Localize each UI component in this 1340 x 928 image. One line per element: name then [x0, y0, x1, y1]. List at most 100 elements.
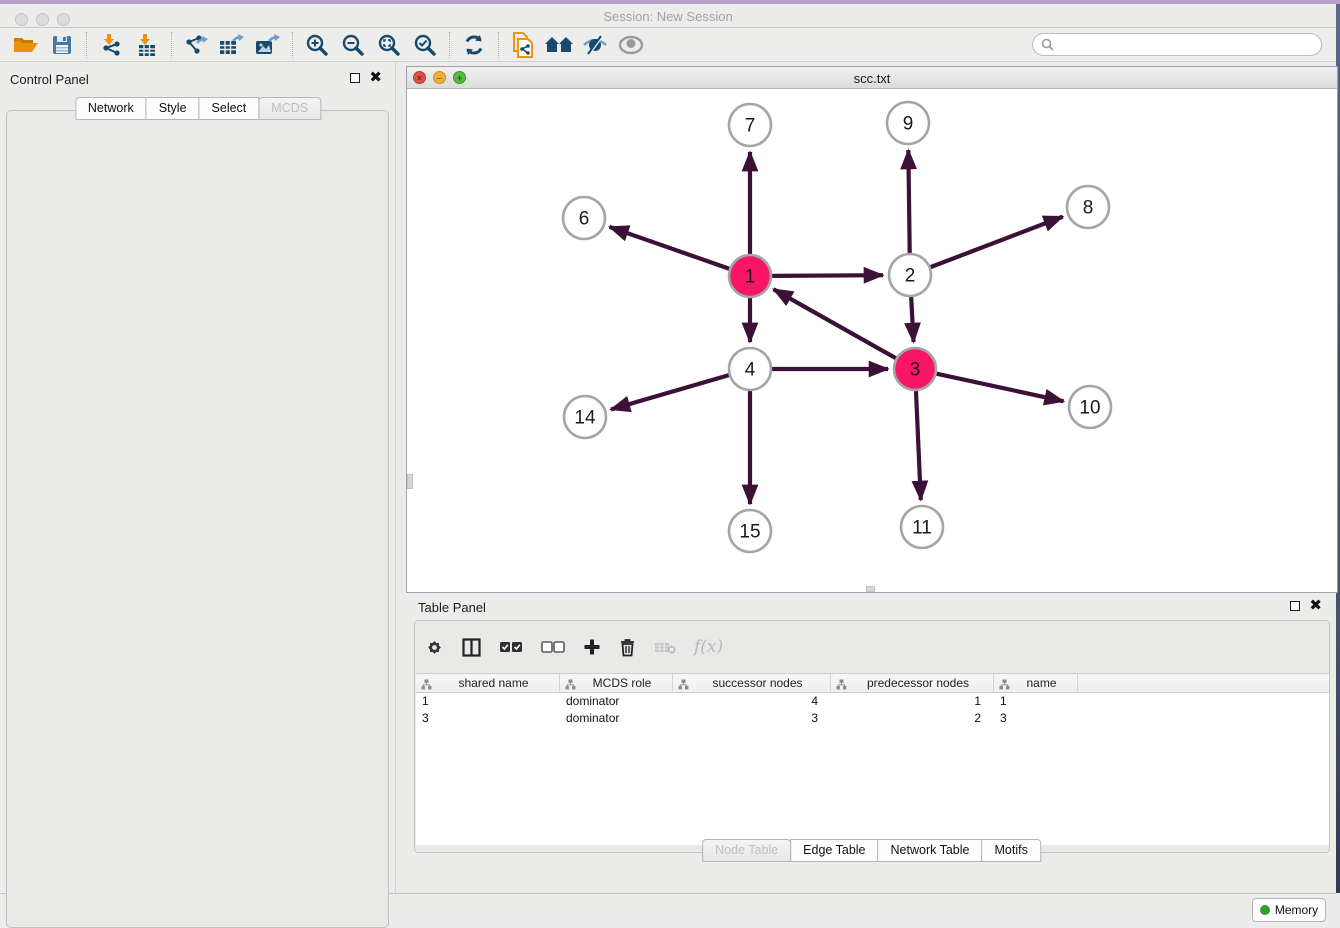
panel-splitter[interactable] — [395, 62, 406, 893]
table-cell[interactable]: 3 — [994, 710, 1078, 727]
network-view-window: × – + scc.txt 1234678910111415 — [406, 66, 1338, 593]
network-graph-canvas[interactable]: 1234678910111415 — [407, 89, 1337, 593]
apply-layout-button[interactable] — [456, 30, 492, 60]
table-column-headers: shared nameMCDS role successor nodes prede… — [416, 673, 1329, 693]
tab-select[interactable]: Select — [199, 97, 260, 120]
close-table-panel-icon[interactable]: ✖ — [1309, 601, 1322, 611]
table-row[interactable]: 1dominator411 — [416, 693, 1329, 710]
column-header-predecessor-nodes[interactable]: predecessor nodes — [831, 674, 994, 692]
table-panel-body: f(x) shared nameMCDS role successor nodes… — [414, 620, 1330, 853]
control-panel-tabs: Network Style Select MCDS — [75, 97, 320, 120]
export-table-button[interactable] — [214, 30, 250, 60]
tree-icon — [565, 679, 576, 690]
open-session-button[interactable] — [8, 30, 44, 60]
graph-node-label: 4 — [745, 360, 756, 381]
select-all-icon[interactable] — [499, 640, 523, 654]
column-header-label: successor nodes — [700, 676, 802, 690]
toolbar-separator — [171, 32, 172, 58]
save-session-button[interactable] — [44, 30, 80, 60]
table-cell[interactable]: 3 — [673, 710, 831, 727]
zoom-in-button[interactable] — [299, 30, 335, 60]
table-settings-icon[interactable] — [425, 638, 444, 657]
graph-node-label: 10 — [1079, 398, 1100, 419]
clone-network-icon — [511, 32, 535, 58]
zoom-in-icon — [305, 33, 329, 57]
export-image-icon — [254, 33, 282, 57]
refresh-icon — [462, 33, 486, 57]
graph-node-label: 3 — [910, 360, 921, 381]
tree-icon — [836, 679, 847, 690]
import-table-button[interactable] — [129, 30, 165, 60]
graph-node-label: 14 — [574, 408, 596, 429]
export-network-button[interactable] — [178, 30, 214, 60]
clone-network-button[interactable] — [505, 30, 541, 60]
float-table-panel-icon[interactable] — [1290, 601, 1300, 611]
table-cell[interactable]: 2 — [831, 710, 994, 727]
table-cell[interactable]: dominator — [560, 710, 673, 727]
column-header-shared-name[interactable]: shared name — [416, 674, 560, 692]
tab-network-table[interactable]: Network Table — [878, 839, 983, 862]
tab-node-table[interactable]: Node Table — [702, 839, 791, 862]
search-input[interactable] — [1032, 33, 1322, 56]
control-panel: Control Panel ✖ Network Style Select MCD… — [0, 62, 395, 893]
tab-style[interactable]: Style — [146, 97, 200, 120]
edge-2-9[interactable] — [908, 150, 909, 253]
graph-horizontal-scroll-thumb[interactable] — [866, 586, 875, 592]
deselect-all-icon[interactable] — [541, 640, 565, 654]
home-button[interactable] — [541, 30, 577, 60]
zoom-out-icon — [341, 33, 365, 57]
table-cell[interactable]: dominator — [560, 693, 673, 710]
edge-3-1[interactable] — [774, 289, 896, 358]
edge-2-3[interactable] — [911, 297, 913, 342]
edge-4-14[interactable] — [611, 375, 729, 409]
graph-node-label: 15 — [739, 522, 760, 543]
tab-edge-table[interactable]: Edge Table — [790, 839, 878, 862]
function-builder-icon-disabled: f(x) — [694, 637, 723, 657]
table-row[interactable]: 3dominator323 — [416, 710, 1329, 727]
show-columns-icon[interactable] — [462, 638, 481, 657]
edge-3-11[interactable] — [916, 391, 921, 500]
import-network-button[interactable] — [93, 30, 129, 60]
open-folder-icon — [13, 35, 39, 55]
zoom-selected-button[interactable] — [407, 30, 443, 60]
main-toolbar — [0, 28, 1336, 62]
import-network-icon — [99, 33, 123, 57]
graph-node-label: 9 — [903, 114, 914, 135]
column-header-label: name — [1014, 676, 1056, 690]
tab-network[interactable]: Network — [75, 97, 147, 120]
column-header-successor-nodes[interactable]: successor nodes — [673, 674, 831, 692]
add-icon[interactable] — [583, 638, 601, 656]
column-header-MCDS-role[interactable]: MCDS role — [560, 674, 673, 692]
edge-3-10[interactable] — [936, 374, 1063, 402]
tab-mcds[interactable]: MCDS — [258, 97, 321, 120]
table-cell[interactable]: 1 — [831, 693, 994, 710]
zoom-fit-button[interactable] — [371, 30, 407, 60]
control-panel-title: Control Panel — [10, 72, 89, 87]
edge-2-8[interactable] — [931, 217, 1063, 268]
network-view-title: scc.txt — [407, 71, 1337, 86]
export-table-icon — [218, 33, 246, 57]
import-table-icon — [135, 33, 159, 57]
float-panel-icon[interactable] — [350, 73, 360, 83]
graph-node-label: 7 — [745, 116, 756, 137]
birds-eye-view-button[interactable] — [613, 30, 649, 60]
memory-button[interactable]: Memory — [1252, 898, 1326, 922]
table-cell[interactable]: 3 — [416, 710, 560, 727]
export-network-icon — [183, 33, 209, 57]
tab-motifs[interactable]: Motifs — [981, 839, 1040, 862]
network-window-titlebar[interactable]: × – + scc.txt — [407, 67, 1337, 89]
table-cell[interactable]: 1 — [416, 693, 560, 710]
zoom-out-button[interactable] — [335, 30, 371, 60]
window-title: Session: New Session — [0, 9, 1336, 24]
close-panel-icon[interactable]: ✖ — [369, 73, 382, 83]
edge-1-6[interactable] — [609, 227, 729, 269]
hide-graphics-details-button[interactable] — [577, 30, 613, 60]
graph-vertical-scroll-thumb[interactable] — [407, 474, 413, 489]
delete-table-icon-disabled — [654, 640, 676, 654]
table-cell[interactable]: 1 — [994, 693, 1078, 710]
export-image-button[interactable] — [250, 30, 286, 60]
delete-icon[interactable] — [619, 638, 636, 657]
column-header-name[interactable]: name — [994, 674, 1078, 692]
edge-1-2[interactable] — [772, 275, 883, 276]
table-cell[interactable]: 4 — [673, 693, 831, 710]
